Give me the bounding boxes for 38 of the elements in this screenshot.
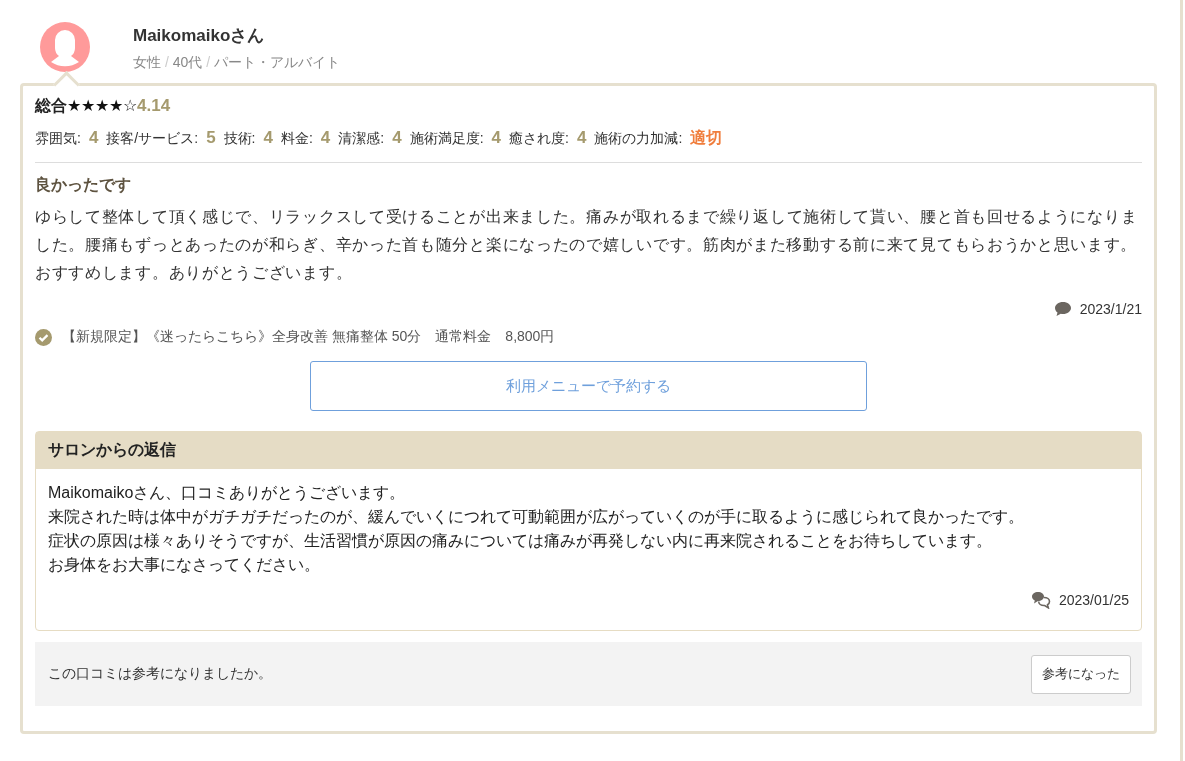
rating-value: 適切 xyxy=(690,128,723,148)
helpful-button[interactable]: 参考になった xyxy=(1031,654,1131,694)
separator: / xyxy=(206,54,211,70)
rating-value: 5 xyxy=(206,128,216,148)
comments-icon xyxy=(1030,591,1051,609)
reply-date: 2023/01/25 xyxy=(1058,592,1129,608)
rating-value: 4 xyxy=(320,128,331,148)
check-circle-icon xyxy=(35,328,52,346)
rating-value: 4 xyxy=(392,128,402,148)
rating-label: 接客/サービス: xyxy=(106,130,199,148)
reviewer-gender: 女性 xyxy=(133,54,161,70)
overall-label: 総合 xyxy=(35,96,67,116)
reviewer-occupation: パート・アルバイト xyxy=(213,54,340,70)
comment-icon xyxy=(1053,301,1072,317)
star-rating: ★★★★☆ xyxy=(67,96,137,115)
overall-score: 4.14 xyxy=(137,96,171,116)
review-date: 2023/1/21 xyxy=(1079,301,1142,317)
review-title: 良かったです xyxy=(35,175,132,195)
rating-label: 料金: xyxy=(280,130,313,148)
rating-label: 清潔感: xyxy=(338,130,385,148)
helpful-question: この口コミは参考になりましたか。 xyxy=(48,665,272,683)
reply-text: Maikomaikoさん、口コミありがとうございます。 来院された時は体中がガチガチだったのが、緩んでいくにつれて可動範囲が広がっていくのが手に取るように感じられて良かったです。 症状の原因は様々ありそうですが、生活習慣が原因の痛みについては痛みが再発しない内に再来院されることをお待ちしています。 お身体をお大事になさってください。 xyxy=(48,483,1025,575)
rating-label: 施術の力加減: xyxy=(594,130,683,148)
reviewer-name: Maikomaikoさん xyxy=(133,25,266,47)
reviewer-age: 40代 xyxy=(172,54,203,70)
rating-value: 4 xyxy=(88,128,99,148)
rating-label: 技術: xyxy=(223,130,256,148)
rating-value: 4 xyxy=(491,128,502,148)
avatar-icon xyxy=(40,22,90,72)
rating-value: 4 xyxy=(263,128,273,148)
rating-value: 4 xyxy=(576,128,587,148)
menu-text: 【新規限定】《迷ったらこちら》全身改善 無痛整体 50分 通常料金 8,800円 xyxy=(62,328,555,346)
review-text: ゆらして整体して頂く感じで、リラックスして受けることが出来ました。痛みが取れるまで繰り返して施術して貰い、腰と首も回せるようになりました。腰痛もずっとあったのが和らぎ、辛かった首も随分と楽になったので嬉しいです。筋肉がまた移動する前に来て見てもらおうかと思います。おすすめします。ありがとうございます。 xyxy=(35,207,1139,283)
rating-label: 施術満足度: xyxy=(409,130,484,148)
separator: / xyxy=(164,54,169,70)
reply-title: サロンからの返信 xyxy=(48,440,176,460)
rating-label: 雰囲気: xyxy=(35,130,81,148)
rating-label: 癒され度: xyxy=(509,130,569,148)
